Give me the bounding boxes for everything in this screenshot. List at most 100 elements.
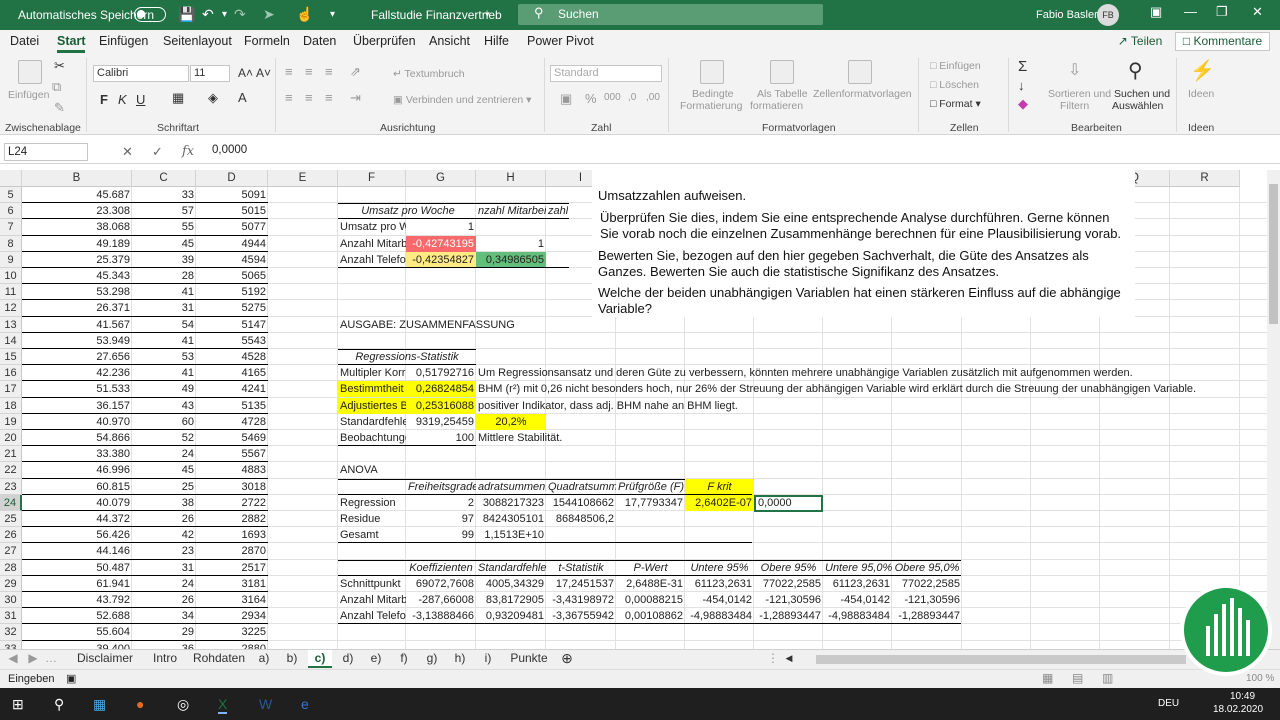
stat-note[interactable]: Mittlere Stabilität. — [476, 430, 1176, 446]
row-header[interactable]: 30 — [0, 592, 22, 609]
cell[interactable]: 24 — [132, 576, 196, 592]
cell[interactable]: 44.372 — [22, 511, 132, 527]
touch-mode-icon[interactable]: ☝ — [296, 6, 313, 23]
coef-value[interactable]: -3,13888466 — [406, 608, 476, 624]
cell[interactable]: 41 — [132, 284, 196, 300]
tab-ansicht[interactable]: Ansicht — [429, 34, 470, 48]
anova-header[interactable]: Quadratsumm — [546, 479, 616, 495]
clock-time[interactable]: 10:49 — [1230, 691, 1255, 702]
coef-value[interactable]: 83,8172905 — [476, 592, 546, 608]
align-top-icon[interactable]: ≡ — [285, 64, 293, 79]
sheet-tab[interactable]: e) — [364, 650, 388, 668]
cell[interactable]: 38.068 — [22, 219, 132, 235]
anova-value[interactable]: 86848506,2 — [546, 511, 616, 527]
row-header[interactable]: 25 — [0, 511, 22, 528]
normal-view-icon[interactable]: ▦ — [1042, 671, 1053, 685]
coef-value[interactable]: -454,0142 — [685, 592, 754, 608]
cell[interactable]: 2880 — [196, 641, 268, 649]
name-box[interactable]: L24 — [4, 143, 88, 161]
row-header[interactable]: 14 — [0, 332, 22, 349]
select-all-corner[interactable] — [0, 170, 22, 187]
sheet-tab[interactable]: f) — [392, 650, 416, 668]
macro-recording-icon[interactable]: ▣ — [66, 672, 76, 685]
cell[interactable]: 5192 — [196, 284, 268, 300]
clear-icon[interactable]: ◆ — [1018, 96, 1028, 112]
cell[interactable]: 4165 — [196, 365, 268, 381]
row-label[interactable]: Umsatz pro W — [338, 219, 406, 235]
anova-label[interactable]: Residue — [338, 511, 406, 527]
tab-seitenlayout[interactable]: Seitenlayout — [163, 34, 232, 48]
row-header[interactable]: 23 — [0, 478, 22, 495]
cell[interactable]: 29 — [132, 624, 196, 640]
paste-label[interactable]: Einfügen — [8, 89, 49, 101]
close-icon[interactable]: ✕ — [1252, 4, 1263, 20]
active-cell[interactable]: 0,0000 — [754, 494, 823, 512]
column-header-b[interactable]: B — [22, 170, 132, 187]
stat-note[interactable]: positiver Indikator, dass adj. BHM nahe … — [476, 398, 1176, 414]
orientation-icon[interactable]: ⇗ — [350, 64, 361, 80]
page-break-view-icon[interactable]: ▥ — [1102, 671, 1113, 685]
cell[interactable]: 4528 — [196, 349, 268, 365]
vertical-scrollbar[interactable] — [1267, 170, 1280, 649]
insert-cells-button[interactable]: □ Einfügen — [930, 60, 981, 72]
cell[interactable]: 44.146 — [22, 543, 132, 559]
tab-datei[interactable]: Datei — [10, 34, 39, 48]
cell[interactable]: 5135 — [196, 398, 268, 414]
coef-label[interactable]: Anzahl Mitarb — [338, 592, 406, 608]
coef-header[interactable]: t-Statistik — [546, 560, 616, 576]
align-right-icon[interactable]: ≡ — [325, 90, 333, 105]
coef-value[interactable]: -1,28893447 — [892, 608, 962, 624]
edge-taskbar-icon[interactable]: e — [301, 696, 309, 712]
file-name[interactable]: Fallstudie Finanzvertrieb — [371, 8, 502, 22]
stats-header[interactable]: Regressions-Statistik — [338, 349, 476, 365]
sort-filter-label1[interactable]: Sortieren und — [1048, 88, 1111, 100]
coef-value[interactable]: 2,6488E-31 — [616, 576, 685, 592]
cell[interactable]: 41 — [132, 333, 196, 349]
cell[interactable]: 39.400 — [22, 641, 132, 649]
cell[interactable]: 26.371 — [22, 300, 132, 316]
format-as-table-label1[interactable]: Als Tabelle — [757, 88, 808, 100]
row-header[interactable]: 29 — [0, 575, 22, 592]
percent-icon[interactable]: % — [585, 91, 597, 106]
sheet-tab[interactable]: i) — [476, 650, 500, 668]
cell[interactable]: 1 — [406, 219, 476, 235]
row-header[interactable]: 31 — [0, 608, 22, 625]
word-taskbar-icon[interactable]: W — [259, 696, 272, 712]
zoom-level[interactable]: 100 % — [1246, 673, 1274, 684]
coef-value[interactable]: 0,93209481 — [476, 608, 546, 624]
column-header-c[interactable]: C — [132, 170, 196, 187]
coef-value[interactable]: 77022,2585 — [892, 576, 962, 592]
coef-value[interactable]: -454,0142 — [823, 592, 892, 608]
cell[interactable]: 40.970 — [22, 414, 132, 430]
anova-value[interactable]: 3088217323 — [476, 495, 546, 511]
undo-icon[interactable]: ↶ — [202, 6, 214, 23]
customize-qat-icon[interactable]: ▾ — [330, 9, 335, 20]
anova-value[interactable]: 99 — [406, 527, 476, 543]
cell[interactable]: 23.308 — [22, 203, 132, 219]
stat-value[interactable]: 0,26824854 — [406, 381, 476, 398]
coef-value[interactable]: 0,00108862 — [616, 608, 685, 624]
row-header[interactable]: 5 — [0, 187, 22, 204]
page-layout-view-icon[interactable]: ▤ — [1072, 671, 1083, 685]
tab-formeln[interactable]: Formeln — [244, 34, 290, 48]
insert-function-icon[interactable]: fx — [182, 144, 194, 159]
cell[interactable]: 5015 — [196, 203, 268, 219]
stat-label[interactable]: Beobachtunge — [338, 430, 406, 446]
cell[interactable]: 5077 — [196, 219, 268, 235]
coef-value[interactable]: -121,30596 — [892, 592, 962, 608]
excel-taskbar-icon[interactable]: X — [218, 696, 228, 714]
cell[interactable]: 2882 — [196, 511, 268, 527]
row-header[interactable]: 19 — [0, 413, 22, 430]
format-painter-icon[interactable]: ✎ — [54, 100, 65, 116]
indent-icon[interactable]: ⇥ — [350, 90, 361, 106]
cell[interactable]: 49 — [132, 381, 196, 397]
cell[interactable]: 33 — [132, 187, 196, 203]
row-label[interactable]: Anzahl Mitarb — [338, 236, 406, 252]
row-header[interactable]: 24 — [0, 494, 22, 511]
cancel-icon[interactable]: ✕ — [122, 144, 133, 160]
correlation-cell[interactable]: -0,42354827 — [406, 251, 476, 268]
ribbon-display-icon[interactable]: ▣ — [1150, 4, 1162, 20]
conditional-formatting-icon[interactable] — [700, 60, 724, 84]
anova-title[interactable]: ANOVA — [338, 462, 406, 478]
coef-value[interactable]: 0,00088215 — [616, 592, 685, 608]
